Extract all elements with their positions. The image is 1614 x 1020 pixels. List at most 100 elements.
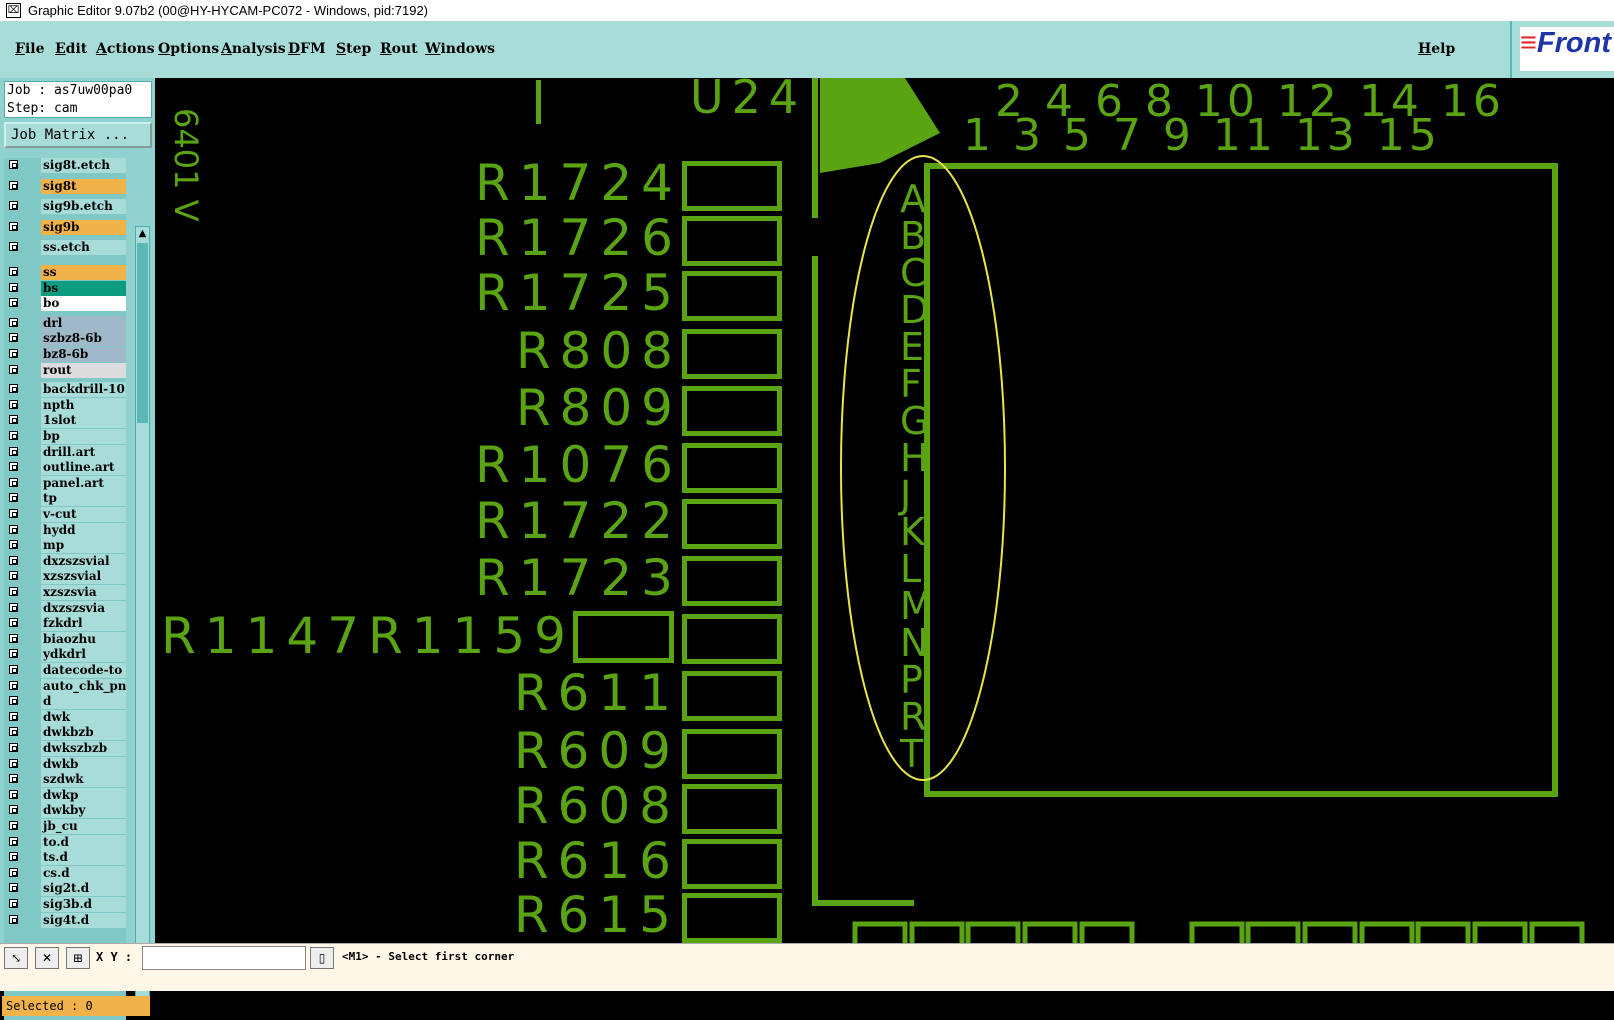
layer-row[interactable]: cs.d: [4, 865, 126, 881]
layer-name[interactable]: jb_cu: [41, 819, 126, 834]
layer-row[interactable]: ss.etch: [4, 240, 126, 256]
layer-scrollbar[interactable]: ▲ ▼: [135, 226, 150, 1016]
layer-name[interactable]: xzszsvia: [41, 585, 126, 600]
layer-checkbox[interactable]: [9, 899, 18, 908]
layer-name[interactable]: dxzszsvia: [41, 600, 126, 616]
layer-row[interactable]: sig9b: [4, 219, 126, 235]
layer-checkbox[interactable]: [9, 805, 18, 815]
layer-row[interactable]: bo: [4, 296, 126, 312]
layer-checkbox[interactable]: [9, 431, 18, 440]
layer-row[interactable]: szbz8-6b: [4, 331, 126, 347]
job-matrix-button[interactable]: Job Matrix ...: [4, 122, 152, 148]
layer-row[interactable]: dwk: [4, 709, 126, 725]
layer-name[interactable]: v-cut: [41, 507, 126, 522]
layer-name[interactable]: backdrill-10: [41, 382, 126, 398]
layer-name[interactable]: sig9b: [41, 219, 126, 235]
layer-checkbox[interactable]: [9, 555, 18, 565]
layer-row[interactable]: dwkszbzb: [4, 741, 126, 756]
layer-name[interactable]: tp: [41, 491, 126, 507]
layer-row[interactable]: xzszsvia: [4, 585, 126, 600]
layer-checkbox[interactable]: [9, 462, 18, 472]
layer-name[interactable]: auto_chk_pnl: [41, 678, 126, 694]
layer-checkbox[interactable]: [9, 602, 18, 612]
scrollbar-thumb[interactable]: [137, 243, 148, 423]
layer-name[interactable]: sig4t.d: [41, 912, 126, 928]
layer-row[interactable]: auto_chk_pnl: [4, 678, 126, 694]
layer-name[interactable]: bz8-6b: [41, 347, 126, 362]
layer-name[interactable]: dwkbzb: [41, 725, 126, 741]
layer-name[interactable]: dwkszbzb: [41, 741, 126, 756]
layer-checkbox[interactable]: [9, 317, 18, 327]
layer-row[interactable]: xzszsvial: [4, 569, 126, 585]
mouse-icon[interactable]: ▯: [310, 947, 334, 969]
layer-checkbox[interactable]: [9, 349, 18, 358]
layer-row[interactable]: hydd: [4, 522, 126, 538]
layer-checkbox[interactable]: [9, 821, 18, 830]
layer-checkbox[interactable]: [9, 267, 18, 276]
layer-name[interactable]: cs.d: [41, 865, 126, 881]
layer-row[interactable]: biaozhu: [4, 631, 126, 647]
layer-checkbox[interactable]: [9, 540, 18, 550]
layer-row[interactable]: drl: [4, 315, 126, 331]
layer-row[interactable]: sig8t.etch: [4, 158, 126, 173]
snap-grid-icon[interactable]: ⊞: [66, 947, 90, 969]
layer-checkbox[interactable]: [9, 446, 18, 456]
layer-checkbox[interactable]: [9, 914, 18, 924]
layer-row[interactable]: sig8t: [4, 178, 126, 194]
layer-name[interactable]: dwkp: [41, 787, 126, 803]
layer-name[interactable]: bs: [41, 280, 126, 296]
graphic-canvas[interactable]: 6401 V U24 2 4 6 8 10 12 14 16 1 3 5 7 9…: [155, 76, 1614, 943]
layer-checkbox[interactable]: [9, 298, 18, 308]
layer-name[interactable]: hydd: [41, 522, 126, 538]
layer-row[interactable]: v-cut: [4, 507, 126, 522]
layer-row[interactable]: 1slot: [4, 413, 126, 429]
layer-row[interactable]: drill.art: [4, 444, 126, 460]
layer-checkbox[interactable]: [9, 727, 18, 737]
layer-checkbox[interactable]: [9, 399, 18, 409]
layer-name[interactable]: bo: [41, 296, 126, 312]
layer-row[interactable]: bs: [4, 280, 126, 296]
layer-row[interactable]: szdwk: [4, 772, 126, 788]
layer-checkbox[interactable]: [9, 221, 18, 231]
layer-name[interactable]: npth: [41, 397, 126, 413]
menu-dfm[interactable]: DFM: [288, 41, 326, 57]
menu-file[interactable]: File: [15, 41, 45, 57]
layer-checkbox[interactable]: [9, 867, 18, 877]
layer-name[interactable]: biaozhu: [41, 631, 126, 647]
layer-checkbox[interactable]: [9, 201, 18, 211]
menu-step[interactable]: Step: [336, 41, 371, 57]
layer-checkbox[interactable]: [9, 384, 18, 394]
layer-checkbox[interactable]: [9, 696, 18, 706]
layer-row[interactable]: d: [4, 694, 126, 710]
layer-checkbox[interactable]: [9, 836, 18, 846]
measure-icon[interactable]: ✕: [35, 947, 59, 969]
layer-name[interactable]: ss.etch: [41, 240, 126, 256]
layer-row[interactable]: dwkp: [4, 787, 126, 803]
layer-row[interactable]: ydkdrl: [4, 647, 126, 663]
layer-checkbox[interactable]: [9, 477, 18, 487]
layer-name[interactable]: d: [41, 694, 126, 710]
layer-name[interactable]: rout: [41, 362, 126, 378]
layer-row[interactable]: sig3b.d: [4, 897, 126, 912]
menu-rout[interactable]: Rout: [380, 41, 418, 57]
layer-name[interactable]: ts.d: [41, 850, 126, 866]
layer-checkbox[interactable]: [9, 665, 18, 674]
layer-checkbox[interactable]: [9, 333, 18, 343]
layer-row[interactable]: dwkbzb: [4, 725, 126, 741]
layer-name[interactable]: dwkby: [41, 803, 126, 819]
layer-row[interactable]: to.d: [4, 834, 126, 850]
layer-row[interactable]: sig9b.etch: [4, 199, 126, 215]
layer-checkbox[interactable]: [9, 711, 18, 721]
layer-name[interactable]: szbz8-6b: [41, 331, 126, 347]
layer-checkbox[interactable]: [9, 571, 18, 581]
layer-checkbox[interactable]: [9, 242, 18, 252]
layer-name[interactable]: mp: [41, 538, 126, 554]
layer-checkbox[interactable]: [9, 680, 18, 690]
menu-windows[interactable]: Windows: [425, 41, 495, 57]
layer-checkbox[interactable]: [9, 524, 18, 534]
layer-name[interactable]: dxzszsvial: [41, 553, 126, 569]
layer-checkbox[interactable]: [9, 633, 18, 643]
layer-name[interactable]: fzkdrl: [41, 616, 126, 632]
layer-name[interactable]: ss: [41, 265, 126, 280]
layer-row[interactable]: sig2t.d: [4, 881, 126, 897]
